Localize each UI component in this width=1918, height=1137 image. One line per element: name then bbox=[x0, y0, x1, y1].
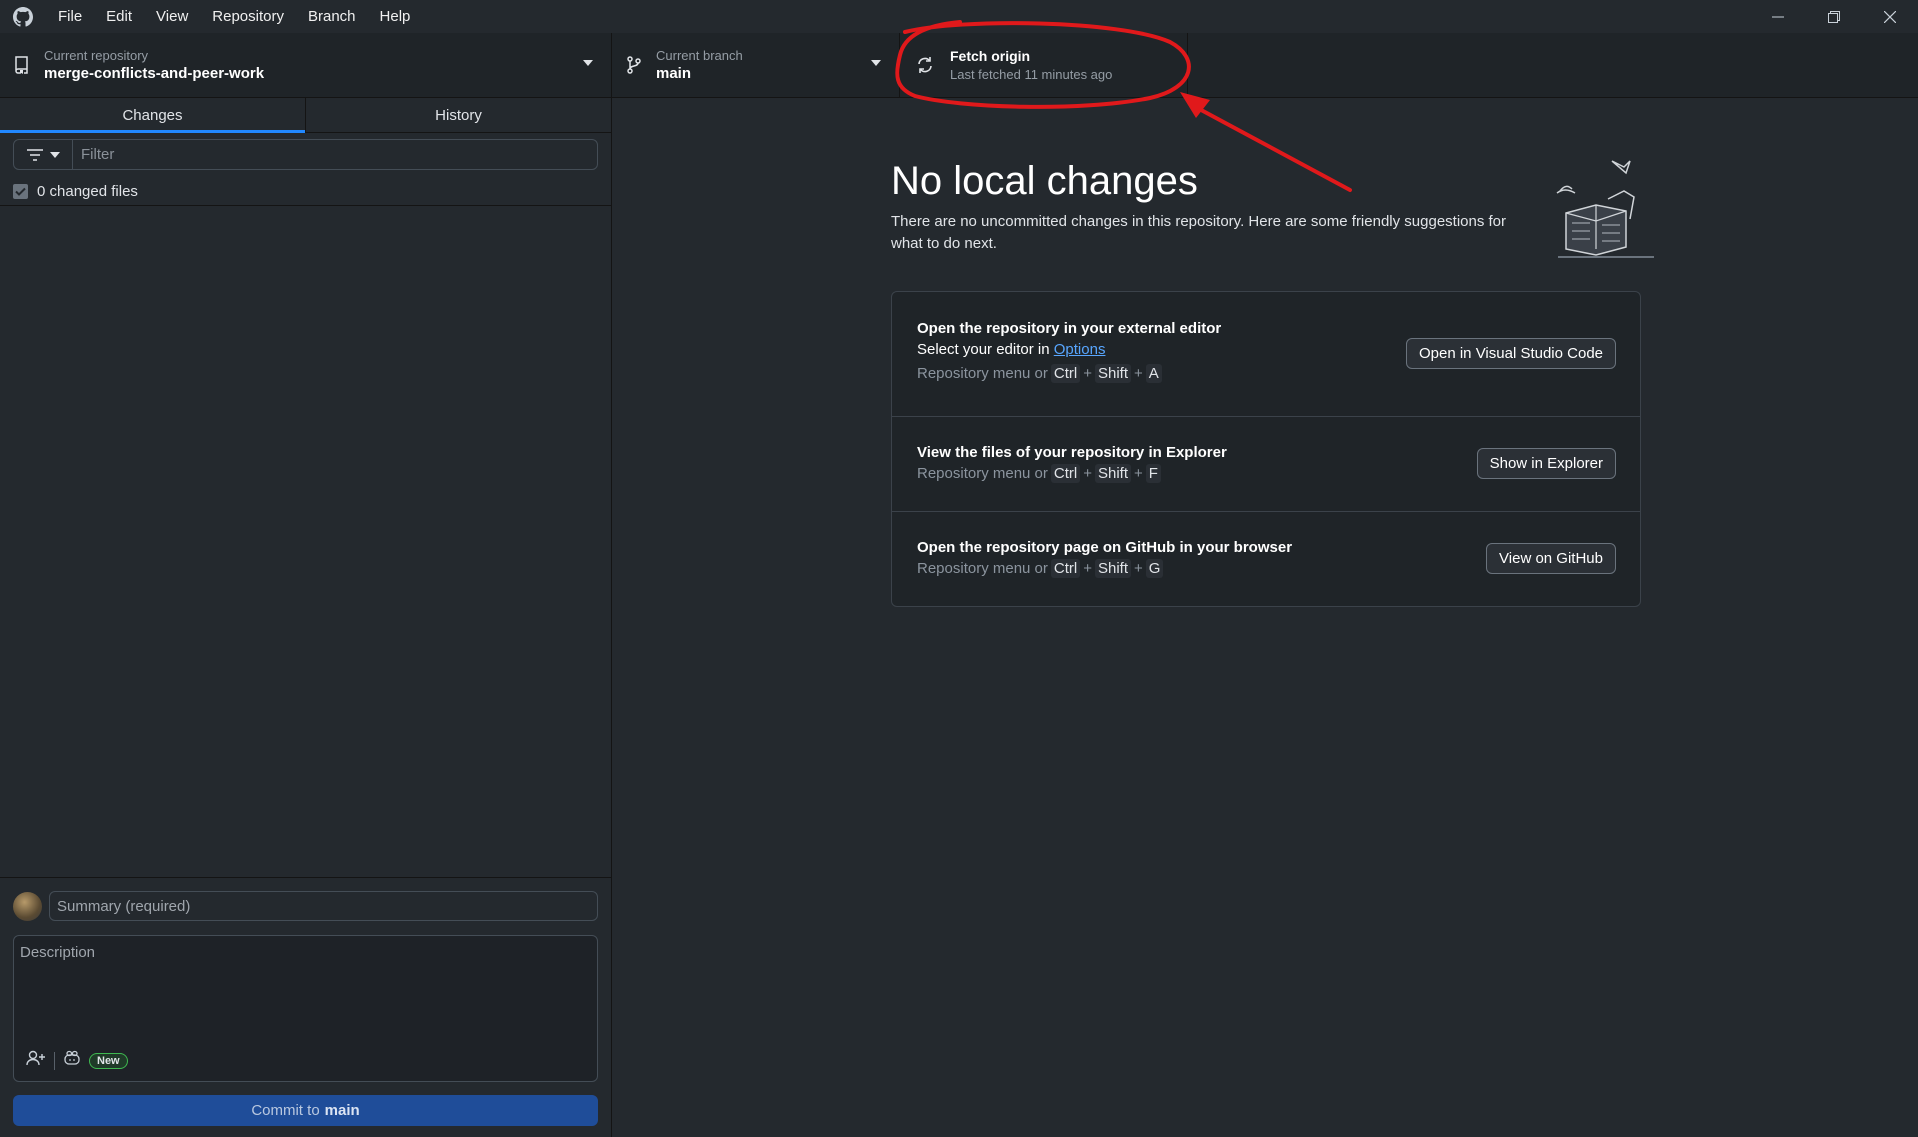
commit-message-area: New Commit to main bbox=[0, 877, 611, 1137]
open-in-editor-button[interactable]: Open in Visual Studio Code bbox=[1405, 338, 1616, 369]
keyboard-shortcut: Repository menu or Ctrl + Shift + G bbox=[917, 559, 1292, 578]
repo-icon bbox=[0, 56, 44, 74]
title-bar: File Edit View Repository Branch Help bbox=[0, 0, 1918, 33]
restore-icon bbox=[1828, 10, 1840, 23]
commit-button-branch: main bbox=[324, 1102, 360, 1119]
restore-button[interactable] bbox=[1806, 0, 1862, 33]
check-icon bbox=[15, 187, 26, 196]
current-repository-button[interactable]: Current repository merge-conflicts-and-p… bbox=[0, 33, 612, 97]
window-controls bbox=[1750, 0, 1918, 33]
menu-edit[interactable]: Edit bbox=[94, 0, 144, 33]
branch-icon bbox=[612, 56, 656, 74]
description-box: New bbox=[13, 935, 598, 1082]
tab-changes[interactable]: Changes bbox=[0, 98, 305, 133]
tab-history[interactable]: History bbox=[305, 98, 611, 132]
current-branch-name: main bbox=[656, 65, 692, 82]
sync-icon bbox=[900, 56, 950, 74]
key-shift: Shift bbox=[1095, 559, 1132, 578]
filter-row bbox=[0, 133, 611, 177]
shortcut-prefix: Repository menu or bbox=[917, 465, 1048, 482]
options-link[interactable]: Options bbox=[1054, 341, 1106, 358]
action-description: Select your editor in Options bbox=[917, 341, 1221, 358]
keyboard-shortcut: Repository menu or Ctrl + Shift + F bbox=[917, 464, 1227, 483]
fetch-origin-title: Fetch origin bbox=[950, 47, 1031, 64]
page-subtitle: There are no uncommitted changes in this… bbox=[891, 213, 1507, 252]
chevron-down-icon bbox=[871, 60, 881, 66]
changes-sidebar: Changes History 0 changed files bbox=[0, 98, 612, 1137]
menu-branch[interactable]: Branch bbox=[296, 0, 368, 33]
key-g: G bbox=[1145, 559, 1164, 578]
suggested-actions: Open the repository in your external edi… bbox=[891, 291, 1641, 607]
toolbar-divider bbox=[54, 1051, 55, 1070]
menu-bar: File Edit View Repository Branch Help bbox=[46, 0, 422, 33]
fetch-origin-button[interactable]: Fetch origin Last fetched 11 minutes ago bbox=[900, 33, 1188, 97]
select-all-checkbox[interactable] bbox=[13, 183, 28, 199]
action-title: Open the repository in your external edi… bbox=[917, 320, 1222, 337]
key-shift: Shift bbox=[1095, 364, 1132, 383]
changed-files-header: 0 changed files bbox=[0, 177, 611, 206]
shortcut-prefix: Repository menu or bbox=[917, 365, 1048, 382]
menu-file[interactable]: File bbox=[46, 0, 94, 33]
minimize-icon bbox=[1772, 16, 1784, 17]
action-title: Open the repository page on GitHub in yo… bbox=[917, 539, 1293, 556]
view-on-github-button[interactable]: View on GitHub bbox=[1486, 543, 1616, 574]
key-a: A bbox=[1145, 364, 1162, 383]
chevron-down-icon bbox=[50, 151, 60, 158]
last-fetched-text: Last fetched 11 minutes ago bbox=[950, 66, 1113, 82]
action-open-editor: Open the repository in your external edi… bbox=[892, 292, 1640, 417]
action-show-explorer: View the files of your repository in Exp… bbox=[892, 417, 1640, 512]
action-desc-text: Select your editor in bbox=[917, 341, 1050, 358]
keyboard-shortcut: Repository menu or Ctrl + Shift + A bbox=[917, 364, 1221, 383]
menu-repository[interactable]: Repository bbox=[200, 0, 296, 33]
menu-view[interactable]: View bbox=[144, 0, 200, 33]
key-ctrl: Ctrl bbox=[1050, 559, 1081, 578]
filter-input[interactable] bbox=[73, 140, 597, 169]
current-repository-label: Current repository bbox=[44, 48, 149, 63]
description-input[interactable] bbox=[14, 936, 597, 1046]
key-ctrl: Ctrl bbox=[1050, 464, 1081, 483]
current-repository-name: merge-conflicts-and-peer-work bbox=[44, 65, 265, 82]
toolbar: Current repository merge-conflicts-and-p… bbox=[0, 33, 1918, 98]
commit-button-prefix: Commit to bbox=[251, 1102, 320, 1119]
description-toolbar: New bbox=[26, 1050, 128, 1071]
current-branch-label: Current branch bbox=[656, 48, 743, 63]
copilot-icon[interactable] bbox=[63, 1050, 81, 1071]
filter-box bbox=[13, 139, 598, 170]
show-in-explorer-button[interactable]: Show in Explorer bbox=[1476, 448, 1616, 479]
summary-row bbox=[13, 891, 598, 921]
action-view-github: Open the repository page on GitHub in yo… bbox=[892, 512, 1640, 606]
page-title: No local changes bbox=[891, 159, 1198, 203]
coauthor-icon[interactable] bbox=[26, 1050, 46, 1071]
key-ctrl: Ctrl bbox=[1050, 364, 1081, 383]
commit-button[interactable]: Commit to main bbox=[13, 1095, 598, 1126]
action-title: View the files of your repository in Exp… bbox=[917, 444, 1227, 461]
close-button[interactable] bbox=[1862, 0, 1918, 33]
menu-help[interactable]: Help bbox=[368, 0, 423, 33]
sidebar-tabs: Changes History bbox=[0, 98, 611, 133]
changed-files-count: 0 changed files bbox=[37, 182, 138, 200]
empty-state-illustration bbox=[1556, 160, 1654, 258]
filter-icon bbox=[27, 148, 43, 161]
avatar bbox=[13, 891, 42, 921]
current-branch-button[interactable]: Current branch main bbox=[612, 33, 900, 97]
github-logo-icon bbox=[0, 0, 46, 33]
main-content: No local changes There are no uncommitte… bbox=[612, 98, 1918, 1137]
summary-input[interactable] bbox=[49, 891, 598, 921]
key-shift: Shift bbox=[1095, 464, 1132, 483]
close-icon bbox=[1884, 10, 1896, 23]
chevron-down-icon bbox=[583, 60, 593, 66]
minimize-button[interactable] bbox=[1750, 0, 1806, 33]
key-f: F bbox=[1145, 464, 1161, 483]
shortcut-prefix: Repository menu or bbox=[917, 560, 1048, 577]
new-badge: New bbox=[89, 1052, 128, 1069]
filter-options-button[interactable] bbox=[14, 140, 73, 169]
